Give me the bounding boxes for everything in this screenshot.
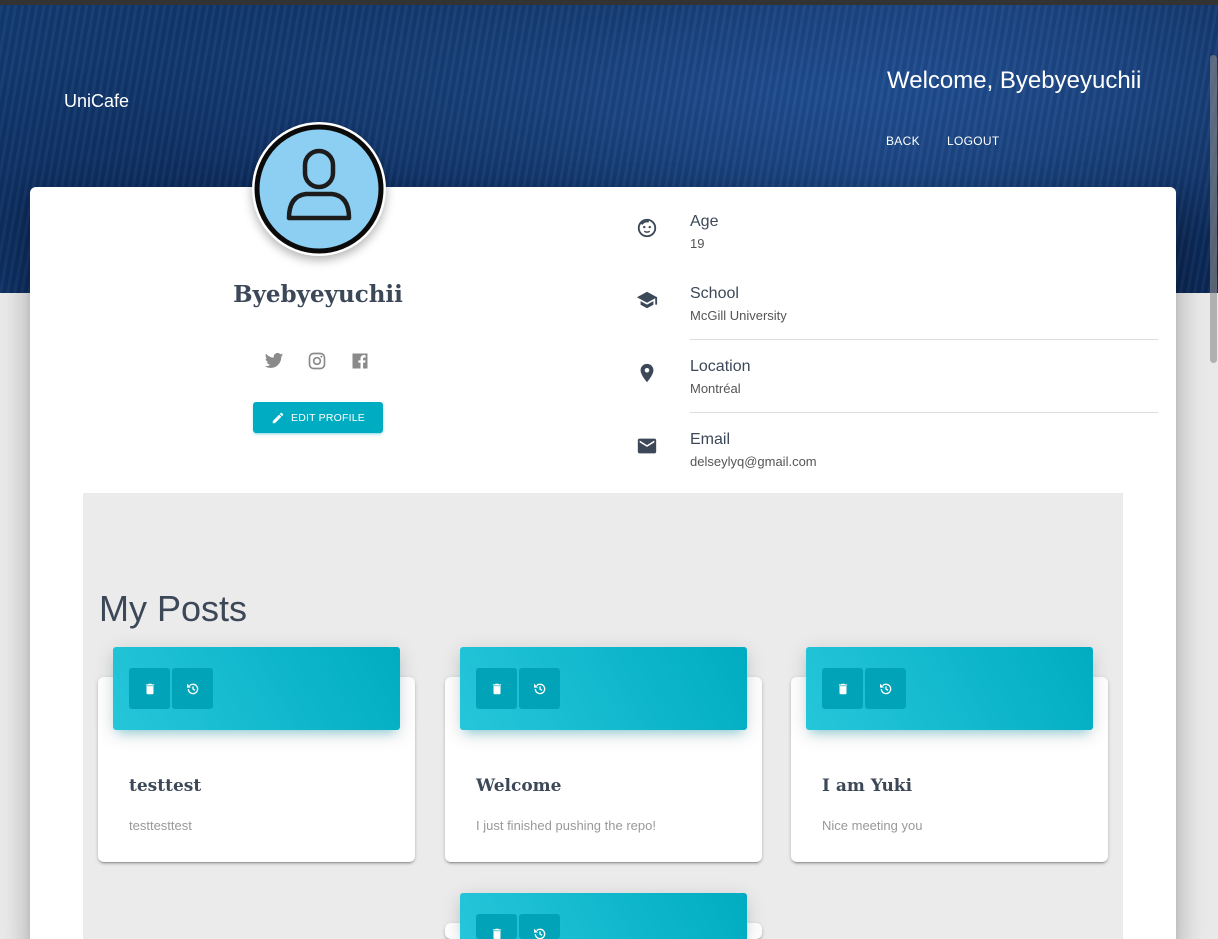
delete-post-button[interactable]: [476, 914, 517, 939]
info-school: School McGill University: [636, 285, 1158, 340]
post-title: Welcome: [476, 776, 562, 796]
post-body: testtesttest: [129, 818, 192, 833]
delete-post-button[interactable]: [822, 668, 863, 709]
post-header: [460, 647, 747, 730]
restore-icon: [533, 683, 545, 694]
info-divider: [690, 412, 1158, 413]
trash-icon: [145, 683, 154, 694]
trash-icon: [838, 683, 847, 694]
posts-title: My Posts: [99, 588, 248, 629]
restore-post-button[interactable]: [519, 668, 560, 709]
avatar: [252, 122, 386, 256]
nav-back-link[interactable]: BACK: [886, 134, 920, 148]
welcome-message: Welcome, Byebyeyuchii: [887, 67, 1142, 94]
edit-profile-button[interactable]: EDIT PROFILE: [253, 402, 383, 433]
graduation-cap-icon: [636, 291, 658, 309]
restore-post-button[interactable]: [172, 668, 213, 709]
info-location-label: Location: [690, 358, 751, 375]
location-pin-icon: [640, 363, 654, 383]
info-email-label: Email: [690, 431, 731, 448]
post-title: I am Yuki: [822, 776, 913, 796]
restore-post-button[interactable]: [865, 668, 906, 709]
face-icon: [637, 218, 657, 238]
info-school-label: School: [690, 285, 739, 302]
delete-post-button[interactable]: [476, 668, 517, 709]
info-email: Email delseylyq@gmail.com: [636, 431, 1158, 485]
info-age-label: Age: [690, 213, 719, 230]
restore-icon: [879, 683, 891, 694]
post-body: Nice meeting you: [822, 818, 923, 833]
email-icon: [637, 438, 657, 454]
brand-logo[interactable]: UniCafe: [64, 91, 129, 112]
user-avatar-icon: [254, 124, 384, 254]
twitter-icon[interactable]: [264, 351, 284, 371]
social-links: [264, 351, 370, 371]
scrollbar-thumb[interactable]: [1210, 55, 1217, 363]
instagram-icon[interactable]: [307, 351, 327, 371]
restore-icon: [533, 928, 545, 939]
info-email-value[interactable]: delseylyq@gmail.com: [690, 454, 817, 469]
profile-username: Byebyeyuchii: [233, 281, 403, 308]
info-location: Location Montréal: [636, 358, 1158, 413]
restore-icon: [186, 683, 198, 694]
post-header: [113, 647, 400, 730]
info-location-value: Montréal: [690, 381, 741, 396]
nav-logout-link[interactable]: LOGOUT: [947, 134, 999, 148]
pencil-icon: [272, 412, 284, 423]
info-divider: [690, 339, 1158, 340]
post-header: [806, 647, 1093, 730]
restore-post-button[interactable]: [519, 914, 560, 939]
trash-icon: [492, 928, 501, 939]
facebook-icon[interactable]: [350, 351, 370, 371]
delete-post-button[interactable]: [129, 668, 170, 709]
info-school-value: McGill University: [690, 308, 787, 323]
info-age-value: 19: [690, 236, 705, 251]
post-title: testtest: [129, 776, 202, 796]
post-body: I just finished pushing the repo!: [476, 818, 656, 833]
edit-profile-label: EDIT PROFILE: [291, 411, 365, 424]
trash-icon: [492, 683, 501, 694]
post-header: [460, 893, 747, 939]
info-age: Age 19: [636, 213, 1158, 267]
